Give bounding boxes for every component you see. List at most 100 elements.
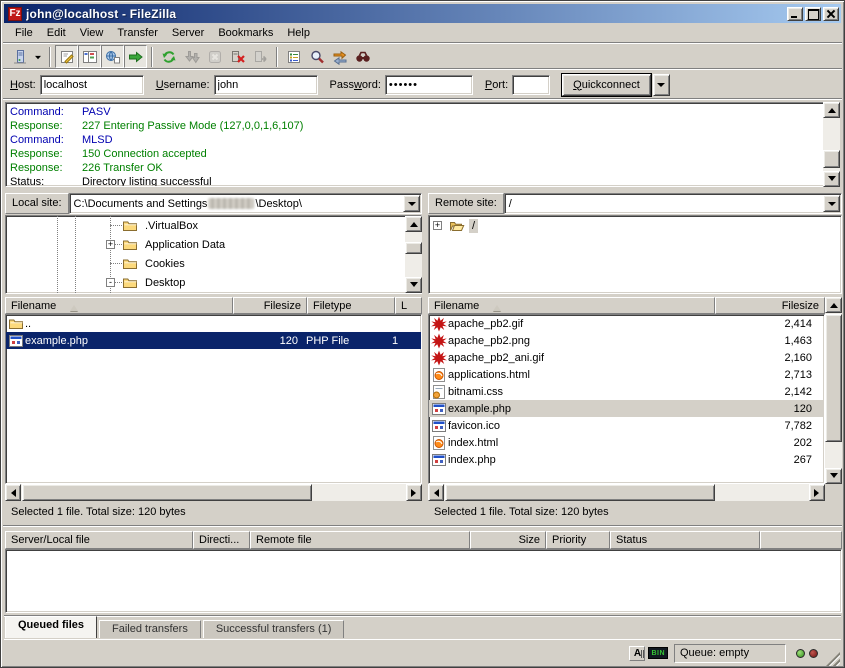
local-tree-scrollbar[interactable] bbox=[405, 216, 422, 293]
column-header[interactable]: Directi... bbox=[193, 531, 250, 549]
username-input[interactable] bbox=[214, 75, 318, 95]
maximize-button[interactable] bbox=[805, 7, 821, 21]
scroll-thumb[interactable] bbox=[22, 484, 312, 501]
apache_pb2_ani.gif[interactable]: apache_pb2_ani.gif2,160 bbox=[429, 349, 824, 366]
site-manager-dropdown[interactable] bbox=[31, 45, 45, 68]
menu-file[interactable]: File bbox=[8, 25, 40, 41]
expander-icon[interactable] bbox=[106, 240, 115, 249]
index.php[interactable]: index.php267 bbox=[429, 451, 824, 468]
example.php[interactable]: example.php120PHP File1 bbox=[6, 332, 421, 349]
toggle-remote-tree-button[interactable] bbox=[101, 45, 124, 68]
tab-successful-transfers[interactable]: Successful transfers (1) bbox=[203, 620, 345, 638]
port-input[interactable] bbox=[512, 75, 550, 95]
find-files-button[interactable] bbox=[351, 45, 374, 68]
scroll-right-button[interactable] bbox=[406, 484, 422, 501]
tree-item-label: Desktop bbox=[142, 276, 188, 290]
scroll-down-button[interactable] bbox=[825, 468, 842, 484]
apache_pb2.gif[interactable]: apache_pb2.gif2,414 bbox=[429, 315, 824, 332]
local-file-list: ..example.php120PHP File1 bbox=[5, 314, 422, 484]
tree-item[interactable]: Application Data bbox=[6, 235, 421, 254]
local-list-hscrollbar[interactable] bbox=[5, 484, 422, 501]
quickconnect-button[interactable]: Quickconnect bbox=[562, 74, 651, 96]
tree-item[interactable]: / bbox=[429, 216, 841, 235]
host-input[interactable] bbox=[40, 75, 144, 95]
disconnect-button[interactable] bbox=[226, 45, 249, 68]
refresh-button[interactable] bbox=[157, 45, 180, 68]
local-site-dropdown[interactable] bbox=[403, 195, 420, 212]
scroll-thumb[interactable] bbox=[405, 242, 422, 254]
menu-server[interactable]: Server bbox=[165, 25, 211, 41]
resize-grip[interactable] bbox=[826, 652, 840, 666]
tree-item[interactable]: Cookies bbox=[6, 254, 421, 273]
column-header[interactable]: Priority bbox=[546, 531, 610, 549]
scroll-thumb[interactable] bbox=[825, 314, 842, 442]
menu-bookmarks[interactable]: Bookmarks bbox=[211, 25, 280, 41]
scroll-down-button[interactable] bbox=[823, 171, 840, 187]
toggle-queue-button[interactable] bbox=[124, 45, 147, 68]
remote-list-scrollbar[interactable] bbox=[825, 297, 842, 484]
apache-icon bbox=[431, 333, 447, 349]
column-header[interactable]: L bbox=[395, 297, 422, 314]
scroll-down-button[interactable] bbox=[405, 277, 422, 293]
directory-comparison-button[interactable] bbox=[305, 45, 328, 68]
cancel-operation-button[interactable] bbox=[203, 45, 226, 68]
expander-icon[interactable] bbox=[433, 221, 442, 230]
column-header[interactable]: Server/Local file bbox=[5, 531, 193, 549]
..[interactable]: .. bbox=[6, 315, 421, 332]
file-modified: 1 bbox=[392, 335, 416, 347]
title-bar[interactable]: Fz john@localhost - FileZilla bbox=[4, 4, 841, 23]
apache_pb2.png[interactable]: apache_pb2.png1,463 bbox=[429, 332, 824, 349]
log-scrollbar[interactable] bbox=[823, 102, 840, 187]
minimize-button[interactable] bbox=[787, 7, 803, 21]
bitnami.css[interactable]: bitnami.css2,142 bbox=[429, 383, 824, 400]
site-manager-button[interactable] bbox=[8, 45, 31, 68]
menu-help[interactable]: Help bbox=[280, 25, 317, 41]
column-header[interactable]: Size bbox=[470, 531, 546, 549]
remote-list-hscrollbar[interactable] bbox=[428, 484, 825, 501]
column-header[interactable]: Filesize bbox=[715, 297, 825, 314]
process-queue-button[interactable] bbox=[180, 45, 203, 68]
menu-transfer[interactable]: Transfer bbox=[110, 25, 165, 41]
synchronized-browsing-button[interactable] bbox=[328, 45, 351, 68]
column-header[interactable]: Remote file bbox=[250, 531, 470, 549]
column-header[interactable]: Status bbox=[610, 531, 760, 549]
menu-view[interactable]: View bbox=[73, 25, 111, 41]
column-header[interactable]: Filename bbox=[5, 297, 233, 314]
reconnect-button[interactable] bbox=[249, 45, 272, 68]
toggle-log-button[interactable] bbox=[55, 45, 78, 68]
index.html[interactable]: index.html202 bbox=[429, 434, 824, 451]
column-header[interactable] bbox=[760, 531, 842, 549]
scroll-left-button[interactable] bbox=[428, 484, 444, 501]
column-header[interactable]: Filename bbox=[428, 297, 715, 314]
menu-edit[interactable]: Edit bbox=[40, 25, 73, 41]
close-button[interactable] bbox=[823, 7, 839, 21]
column-header[interactable]: Filetype bbox=[307, 297, 395, 314]
local-site-combo[interactable]: C:\Documents and Settings\Desktop\ bbox=[69, 193, 422, 214]
tree-item[interactable]: Desktop bbox=[6, 273, 421, 292]
tree-item[interactable]: .VirtualBox bbox=[6, 216, 421, 235]
tab-failed-transfers[interactable]: Failed transfers bbox=[99, 620, 201, 638]
column-header[interactable]: Filesize bbox=[233, 297, 307, 314]
scroll-up-button[interactable] bbox=[823, 102, 840, 118]
favicon.ico[interactable]: favicon.ico7,782 bbox=[429, 417, 824, 434]
quickconnect-dropdown[interactable] bbox=[653, 74, 670, 96]
log-line: Response:150 Connection accepted bbox=[10, 147, 820, 161]
scroll-right-button[interactable] bbox=[809, 484, 825, 501]
scroll-up-button[interactable] bbox=[405, 216, 422, 232]
remote-site-dropdown[interactable] bbox=[823, 195, 840, 212]
scroll-thumb[interactable] bbox=[823, 150, 840, 168]
toggle-local-tree-button[interactable] bbox=[78, 45, 101, 68]
remote-site-combo[interactable]: / bbox=[504, 193, 842, 214]
tab-queued-files[interactable]: Queued files bbox=[5, 616, 97, 638]
ascii-data-type-icon[interactable]: A bbox=[629, 646, 645, 661]
scroll-thumb[interactable] bbox=[445, 484, 715, 501]
applications.html[interactable]: applications.html2,713 bbox=[429, 366, 824, 383]
example.php[interactable]: example.php120 bbox=[429, 400, 824, 417]
transfer-queue-list[interactable] bbox=[5, 549, 842, 613]
scroll-up-button[interactable] bbox=[825, 297, 842, 313]
expander-icon[interactable] bbox=[106, 278, 115, 287]
binary-data-type-icon[interactable]: BIN bbox=[648, 647, 668, 659]
filter-button[interactable] bbox=[282, 45, 305, 68]
scroll-left-button[interactable] bbox=[5, 484, 21, 501]
password-input[interactable] bbox=[385, 75, 473, 95]
